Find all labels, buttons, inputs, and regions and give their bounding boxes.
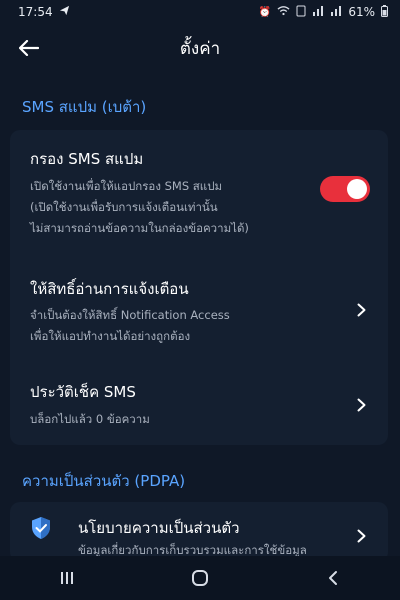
status-time: 17:54 bbox=[18, 5, 53, 19]
home-icon bbox=[191, 570, 208, 586]
battery-percent: 61% bbox=[348, 5, 375, 19]
chevron-right-icon bbox=[354, 524, 368, 548]
chevron-left-icon bbox=[329, 571, 338, 585]
sms-spam-card: กรอง SMS สแปม เปิดใช้งานเพื่อให้แอปกรอง … bbox=[10, 130, 388, 445]
recents-button[interactable] bbox=[47, 563, 87, 593]
alarm-icon: ⏰ bbox=[258, 6, 272, 18]
signal-icon-2 bbox=[330, 5, 342, 19]
row-title: ประวัติเช็ค SMS bbox=[30, 383, 136, 401]
toggle-knob bbox=[347, 179, 367, 199]
signal-icon bbox=[312, 5, 324, 19]
telegram-icon bbox=[59, 5, 70, 19]
privacy-policy-row[interactable]: นโยบายความเป็นส่วนตัว ข้อมูลเกี่ยวกับการ… bbox=[10, 502, 388, 562]
system-nav-bar bbox=[0, 556, 400, 600]
shield-icon bbox=[30, 516, 52, 540]
row-subtitle: ไม่สามารถอ่านข้อความในกล่องข้อความได้) bbox=[30, 221, 249, 235]
chevron-right-icon bbox=[354, 298, 368, 322]
row-subtitle: เพื่อให้แอปทำงานได้อย่างถูกต้อง bbox=[30, 329, 191, 343]
pdpa-card: นโยบายความเป็นส่วนตัว ข้อมูลเกี่ยวกับการ… bbox=[10, 502, 388, 562]
recents-icon bbox=[60, 572, 73, 584]
section-title-pdpa: ความเป็นส่วนตัว (PDPA) bbox=[22, 472, 186, 490]
row-subtitle: บล็อกไปแล้ว 0 ข้อความ bbox=[30, 412, 150, 426]
filter-spam-sms-row[interactable]: กรอง SMS สแปม เปิดใช้งานเพื่อให้แอปกรอง … bbox=[10, 130, 388, 260]
back-button[interactable] bbox=[14, 34, 44, 62]
system-back-button[interactable] bbox=[313, 563, 353, 593]
sms-history-row[interactable]: ประวัติเช็ค SMS บล็อกไปแล้ว 0 ข้อความ bbox=[10, 355, 388, 445]
wifi-icon bbox=[277, 5, 290, 19]
app-bar: ตั้งค่า bbox=[0, 24, 400, 72]
row-subtitle: (เปิดใช้งานเพื่อรับการแจ้งเตือนเท่านั้น bbox=[30, 200, 218, 214]
page-title: ตั้งค่า bbox=[179, 38, 221, 59]
notification-access-row[interactable]: ให้สิทธิ์อ่านการแจ้งเตือน จำเป็นต้องให้ส… bbox=[10, 260, 388, 355]
section-title-sms-spam: SMS สแปม (เบต้า) bbox=[22, 98, 147, 116]
row-title: ให้สิทธิ์อ่านการแจ้งเตือน bbox=[30, 280, 189, 298]
arrow-left-icon bbox=[19, 40, 39, 56]
row-title: กรอง SMS สแปม bbox=[30, 150, 144, 168]
row-subtitle: จำเป็นต้องให้สิทธิ์ Notification Access bbox=[30, 308, 230, 322]
chevron-right-icon bbox=[354, 393, 368, 417]
home-button[interactable] bbox=[180, 563, 220, 593]
status-bar: 17:54 ⏰ 61% bbox=[0, 0, 400, 24]
row-title: นโยบายความเป็นส่วนตัว bbox=[78, 519, 240, 537]
battery-icon bbox=[381, 4, 388, 20]
row-subtitle: เปิดใช้งานเพื่อให้แอปกรอง SMS สแปม bbox=[30, 179, 223, 193]
filter-spam-toggle[interactable] bbox=[320, 176, 370, 202]
volte-icon bbox=[296, 5, 306, 20]
